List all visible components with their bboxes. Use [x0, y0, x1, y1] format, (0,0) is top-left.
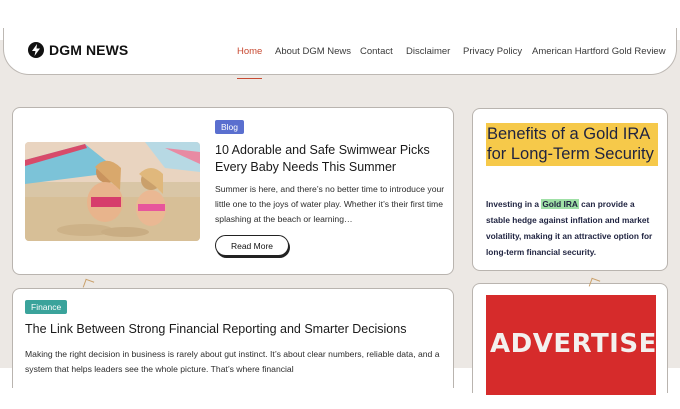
advertise-banner[interactable]: ADVERTISE	[486, 295, 656, 395]
post-card: Finance The Link Between Strong Financia…	[12, 288, 454, 388]
post-title[interactable]: 10 Adorable and Safe Swimwear Picks Ever…	[215, 142, 445, 176]
post-thumbnail[interactable]	[25, 142, 200, 241]
ad-heading[interactable]: Benefits of a Gold IRA for Long-Term Sec…	[486, 123, 658, 166]
advertise-text: ADVERTISE	[490, 329, 656, 359]
post-card: Blog 10 Adorable and Safe Swimwear Picks…	[12, 107, 454, 275]
post-title[interactable]: The Link Between Strong Financial Report…	[25, 322, 445, 336]
post-excerpt: Making the right decision in business is…	[25, 349, 440, 374]
post-excerpt: Summer is here, and there’s no better ti…	[215, 184, 445, 224]
ad-body-start: Investing in a	[486, 199, 542, 209]
nav-home[interactable]: Home	[237, 46, 262, 57]
nav-hartford-review[interactable]: American Hartford Gold Review	[532, 46, 666, 57]
nav-about[interactable]: About DGM News	[275, 46, 351, 57]
nav-privacy-policy[interactable]: Privacy Policy	[463, 46, 522, 57]
main-nav: Home About DGM News Contact Disclaimer P…	[4, 46, 676, 79]
ad-body: Investing in a Gold IRA can provide a st…	[486, 196, 658, 260]
gold-ira-link[interactable]: Gold IRA	[541, 199, 579, 209]
nav-active-underline	[237, 78, 262, 79]
nav-disclaimer[interactable]: Disclaimer	[406, 46, 450, 57]
nav-contact[interactable]: Contact	[360, 46, 393, 57]
category-badge-blog[interactable]: Blog	[215, 120, 245, 134]
site-header: DGM NEWS Home About DGM News Contact Dis…	[3, 28, 677, 79]
sidebar-ad-card: Benefits of a Gold IRA for Long-Term Sec…	[472, 108, 668, 271]
category-badge-finance[interactable]: Finance	[25, 300, 68, 314]
read-more-button[interactable]: Read More	[215, 235, 289, 256]
advertise-card: ADVERTISE	[472, 283, 668, 395]
